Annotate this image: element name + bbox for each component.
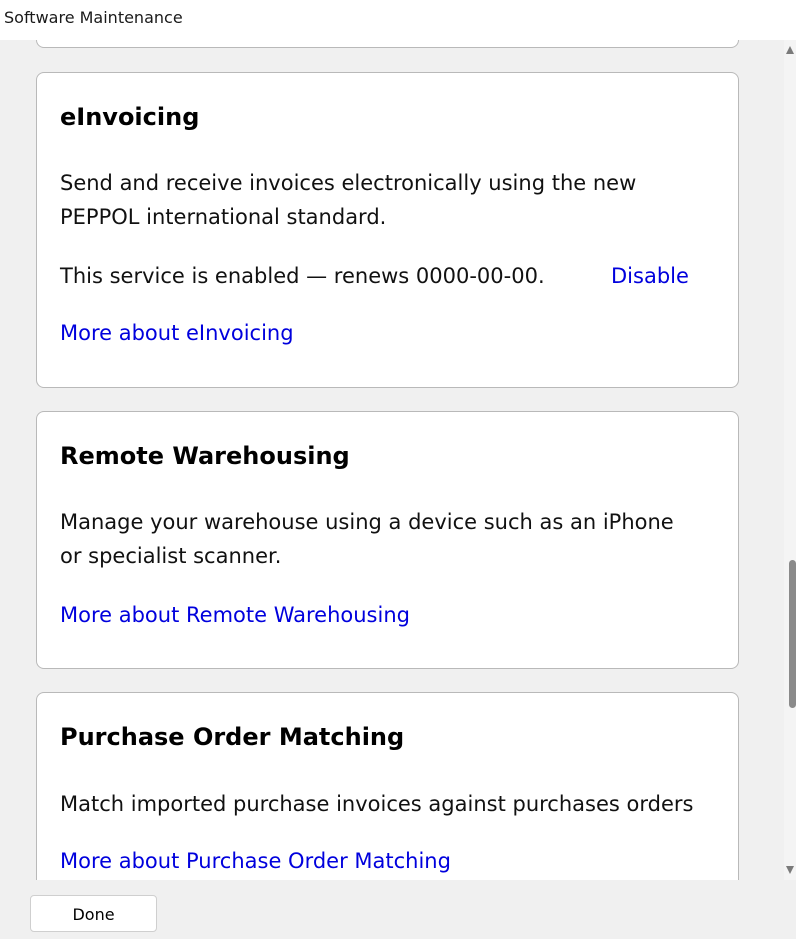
- einvoicing-title: eInvoicing: [60, 103, 200, 131]
- po-matching-card: Purchase Order Matching Match imported p…: [36, 692, 739, 880]
- po-matching-more-link[interactable]: More about Purchase Order Matching: [60, 847, 451, 875]
- po-matching-title: Purchase Order Matching: [60, 723, 405, 751]
- scroll-up-arrow-icon[interactable]: [786, 46, 794, 54]
- einvoicing-description-line1: Send and receive invoices electronically…: [60, 171, 637, 195]
- services-scroll-area[interactable]: eInvoicing Send and receive invoices ele…: [0, 40, 784, 880]
- einvoicing-card: eInvoicing Send and receive invoices ele…: [36, 72, 739, 388]
- remote-warehousing-title: Remote Warehousing: [60, 442, 350, 470]
- remote-warehousing-more-link[interactable]: More about Remote Warehousing: [60, 601, 410, 629]
- scroll-thumb[interactable]: [789, 560, 796, 708]
- einvoicing-status: This service is enabled — renews 0000-00…: [60, 264, 545, 288]
- remote-warehousing-description-line1: Manage your warehouse using a device suc…: [60, 510, 674, 534]
- einvoicing-description-line2: PEPPOL international standard.: [60, 205, 387, 229]
- scroll-down-arrow-icon[interactable]: [786, 866, 794, 874]
- footer-bar: Done: [0, 880, 796, 939]
- vertical-scrollbar[interactable]: [784, 40, 796, 880]
- remote-warehousing-card: Remote Warehousing Manage your warehouse…: [36, 411, 739, 669]
- done-button[interactable]: Done: [30, 895, 157, 932]
- window-title: Software Maintenance: [0, 0, 796, 40]
- einvoicing-disable-link[interactable]: Disable: [611, 262, 689, 290]
- remote-warehousing-description-line2: or specialist scanner.: [60, 544, 282, 568]
- po-matching-description: Match imported purchase invoices against…: [60, 792, 694, 816]
- previous-service-card: [36, 40, 739, 48]
- einvoicing-more-link[interactable]: More about eInvoicing: [60, 319, 294, 347]
